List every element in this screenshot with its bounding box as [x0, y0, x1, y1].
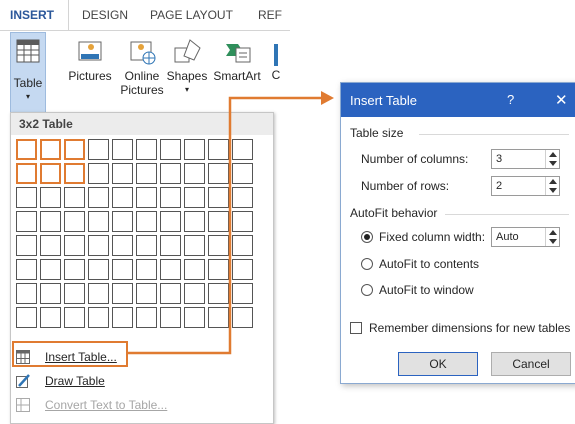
rows-stepper[interactable]: 2: [491, 176, 560, 196]
autofit-contents-radio[interactable]: [361, 258, 373, 270]
section-divider: [445, 214, 569, 215]
rows-label: Number of rows:: [361, 179, 450, 193]
remember-checkbox[interactable]: [350, 322, 362, 334]
columns-value: 3: [496, 153, 503, 165]
fixed-width-stepper[interactable]: Auto: [491, 227, 560, 247]
stepper-arrows-icon[interactable]: [545, 150, 559, 168]
remember-label[interactable]: Remember dimensions for new tables: [369, 321, 570, 335]
dialog-title: Insert Table: [350, 93, 417, 108]
cancel-button[interactable]: Cancel: [491, 352, 571, 376]
autofit-window-radio[interactable]: [361, 284, 373, 296]
dialog-title-bar: Insert Table ? ✕: [341, 83, 575, 117]
columns-label: Number of columns:: [361, 152, 469, 166]
stepper-arrows-icon[interactable]: [545, 177, 559, 195]
columns-stepper[interactable]: 3: [491, 149, 560, 169]
stepper-arrows-icon[interactable]: [545, 228, 559, 246]
fixed-width-radio[interactable]: [361, 231, 373, 243]
ok-button[interactable]: OK: [398, 352, 478, 376]
autofit-window-label[interactable]: AutoFit to window: [379, 283, 474, 297]
fixed-width-label[interactable]: Fixed column width:: [379, 230, 485, 244]
rows-value: 2: [496, 180, 503, 192]
help-icon[interactable]: ?: [507, 92, 514, 107]
fixed-width-value: Auto: [496, 231, 519, 243]
table-size-heading: Table size: [350, 126, 404, 140]
insert-table-dialog: Insert Table ? ✕ Table size Number of co…: [340, 82, 575, 384]
autofit-heading: AutoFit behavior: [350, 206, 438, 220]
section-divider: [419, 134, 569, 135]
close-icon[interactable]: ✕: [555, 91, 568, 109]
autofit-contents-label[interactable]: AutoFit to contents: [379, 257, 479, 271]
